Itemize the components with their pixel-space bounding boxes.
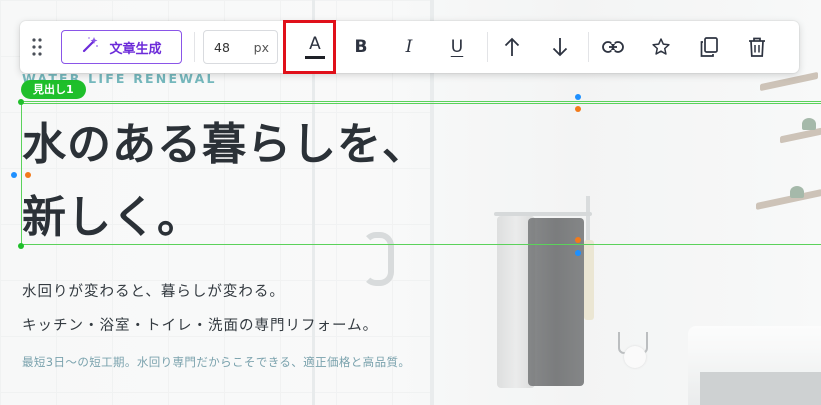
duplicate-button[interactable] <box>685 27 733 67</box>
move-down-button[interactable] <box>536 27 584 67</box>
font-color-highlight-box <box>283 20 336 74</box>
drag-handle-icon[interactable] <box>20 21 54 73</box>
italic-button[interactable]: I <box>385 27 433 67</box>
corner-handle[interactable] <box>18 99 24 105</box>
arrow-down-icon <box>552 38 568 57</box>
margin-handle-left[interactable] <box>25 172 31 178</box>
ai-generate-label: 文章生成 <box>109 41 162 57</box>
font-size-unit: px <box>253 39 269 55</box>
text-format-toolbar: 文章生成 48 px A B I U <box>20 21 799 73</box>
padding-handle-bottom[interactable] <box>575 250 581 256</box>
font-size-input[interactable]: 48 px <box>203 30 278 64</box>
margin-handle-top[interactable] <box>575 106 581 112</box>
bold-button[interactable]: B <box>337 27 385 67</box>
move-up-button[interactable] <box>488 27 536 67</box>
underline-button[interactable]: U <box>433 27 481 67</box>
corner-handle[interactable] <box>18 243 24 249</box>
margin-handle-bottom[interactable] <box>575 237 581 243</box>
padding-handle-left[interactable] <box>11 172 17 178</box>
subtitle-line-2[interactable]: キッチン・浴室・トイレ・洗面の専門リフォーム。 <box>22 314 378 335</box>
arrow-up-icon <box>504 37 520 56</box>
link-icon <box>602 41 624 53</box>
insert-link-button[interactable] <box>589 27 637 67</box>
italic-icon: I <box>405 37 413 57</box>
delete-button[interactable] <box>733 27 781 67</box>
font-size-value: 48 <box>214 39 230 55</box>
subtitle-line-1[interactable]: 水回りが変わると、暮らしが変わる。 <box>22 280 285 301</box>
toolbar-divider <box>194 32 195 62</box>
selection-guide-line <box>21 101 821 102</box>
favorite-button[interactable] <box>637 27 685 67</box>
trash-icon <box>749 37 765 57</box>
bold-icon: B <box>354 37 368 57</box>
ai-generate-text-button[interactable]: 文章生成 <box>61 30 182 64</box>
selected-block-outline[interactable] <box>21 103 821 245</box>
magic-wand-icon <box>81 36 99 58</box>
copy-icon <box>700 37 718 57</box>
padding-handle-top[interactable] <box>575 94 581 100</box>
star-icon <box>652 38 670 55</box>
selected-block-label: 見出し1 <box>21 80 86 99</box>
supporting-note[interactable]: 最短3日〜の短工期。水回り専門だからこそできる、適正価格と高品質。 <box>22 354 410 370</box>
underline-icon: U <box>450 37 464 57</box>
